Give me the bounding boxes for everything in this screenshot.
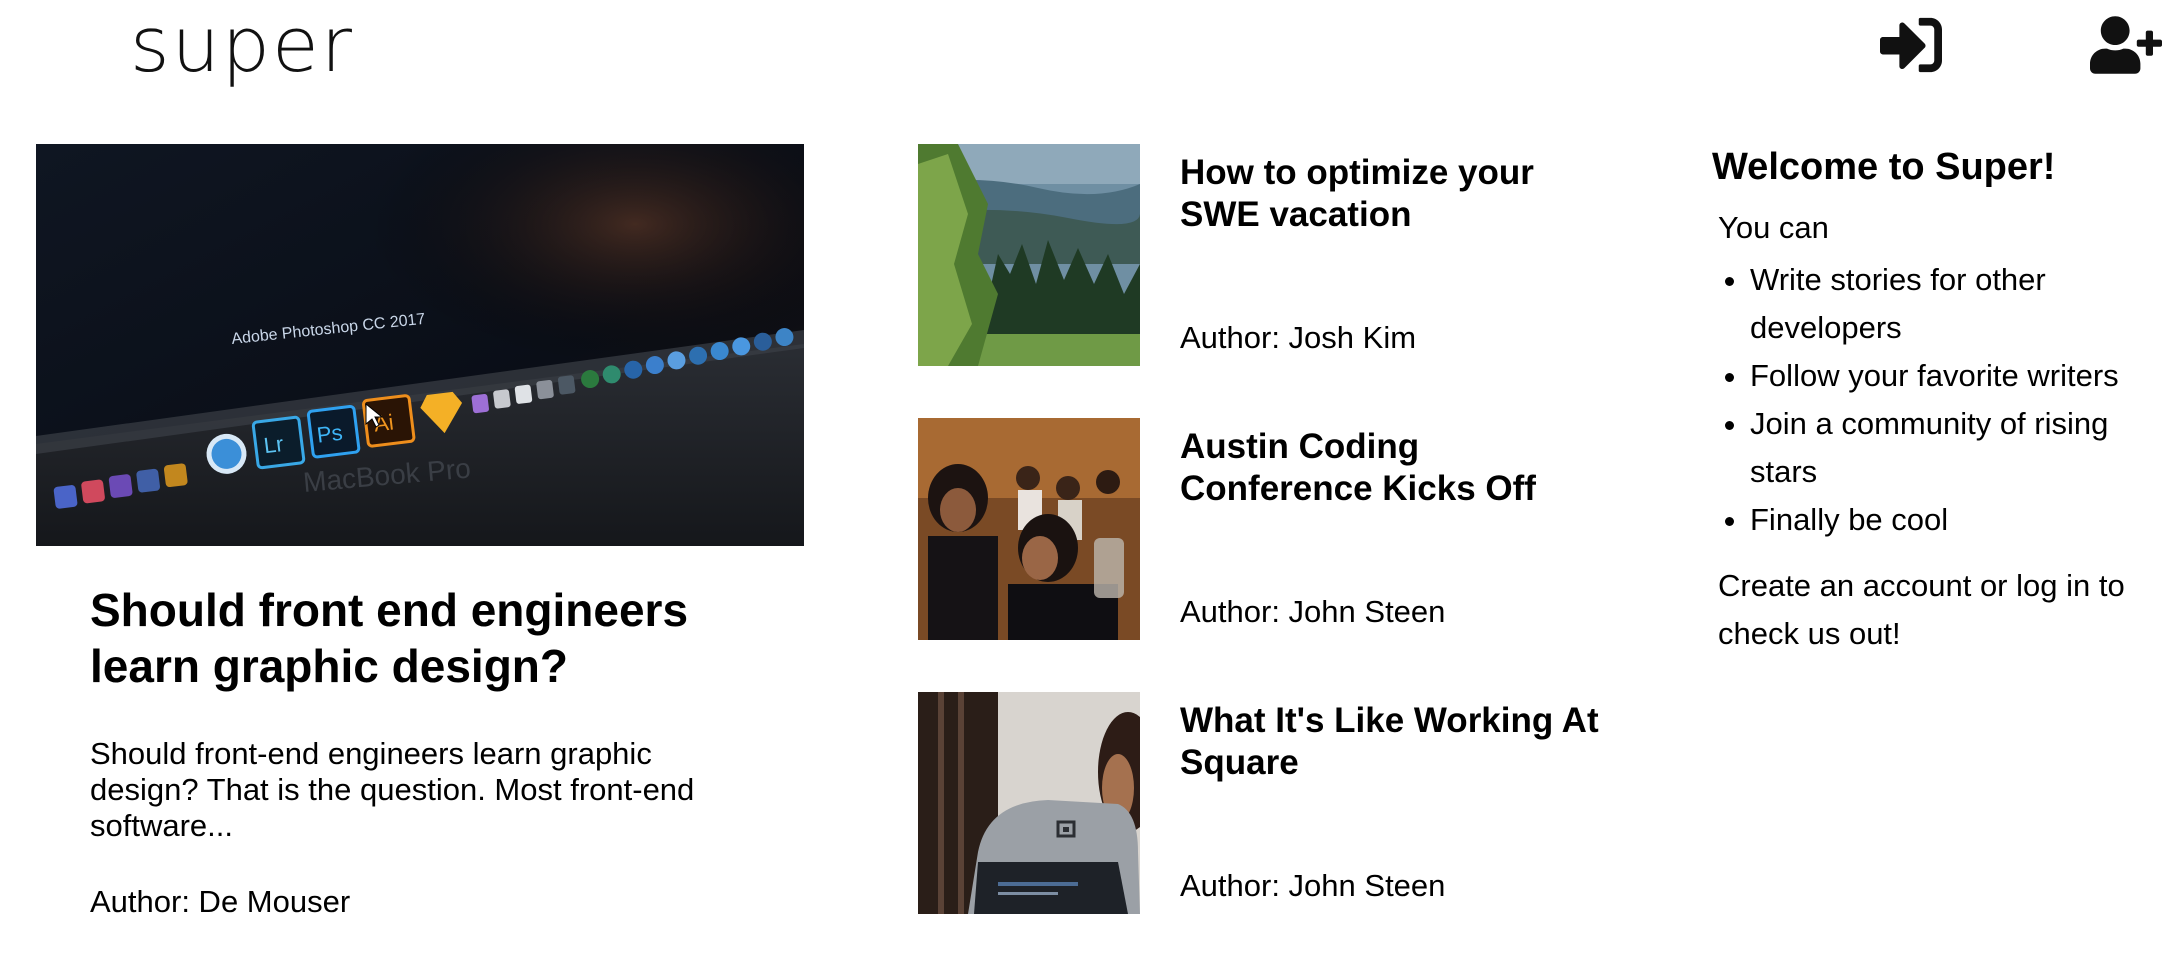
story-list: How to optimize your SWE vacation Author… <box>918 144 1599 966</box>
story-title[interactable]: What It's Like Working At Square <box>1180 700 1600 784</box>
story-item[interactable]: How to optimize your SWE vacation Author… <box>918 144 1578 366</box>
story-author: Author: Josh Kim <box>1180 320 1417 355</box>
story-title[interactable]: How to optimize your SWE vacation <box>1180 152 1600 236</box>
svg-text:Lr: Lr <box>262 431 284 458</box>
forest-valley-photo[interactable] <box>918 144 1140 366</box>
featured-story-image[interactable]: Adobe Photoshop CC 2017 Lr Ps Ai MacBook… <box>36 144 804 546</box>
featured-story-author: Author: De Mouser <box>90 884 351 919</box>
story-author: Author: John Steen <box>1180 868 1446 903</box>
square-terminal-photo[interactable] <box>918 692 1140 914</box>
featured-story-title[interactable]: Should front end engineers learn graphic… <box>90 582 724 694</box>
site-logo[interactable]: super <box>130 0 354 90</box>
welcome-feature-item: Write stories for other developers <box>1750 256 2172 352</box>
svg-text:Ps: Ps <box>315 420 344 448</box>
sign-in-icon[interactable] <box>1880 16 1942 74</box>
featured-story[interactable]: Adobe Photoshop CC 2017 Lr Ps Ai MacBook… <box>36 144 804 920</box>
welcome-cta: Create an account or log in to check us … <box>1718 568 2125 651</box>
welcome-feature-item: Follow your favorite writers <box>1750 352 2172 400</box>
conference-audience-photo[interactable] <box>918 418 1140 640</box>
welcome-lead: You can <box>1718 210 1829 245</box>
featured-story-excerpt: Should front-end engineers learn graphic… <box>90 736 695 843</box>
user-plus-icon[interactable] <box>2090 16 2162 74</box>
welcome-title: Welcome to Super! <box>1712 146 2056 188</box>
story-item[interactable]: What It's Like Working At Square Author:… <box>918 692 1599 914</box>
welcome-feature-item: Join a community of rising stars <box>1750 400 2172 496</box>
welcome-feature-item: Finally be cool <box>1750 496 2172 544</box>
welcome-feature-list: Write stories for other developers Follo… <box>1712 256 2172 544</box>
story-item[interactable]: Austin Coding Conference Kicks Off Autho… <box>918 418 1578 640</box>
site-header: super <box>0 0 2182 130</box>
story-title[interactable]: Austin Coding Conference Kicks Off <box>1180 426 1600 510</box>
story-author: Author: John Steen <box>1180 594 1446 629</box>
welcome-panel: Welcome to Super! You can Write stories … <box>1712 144 2172 658</box>
